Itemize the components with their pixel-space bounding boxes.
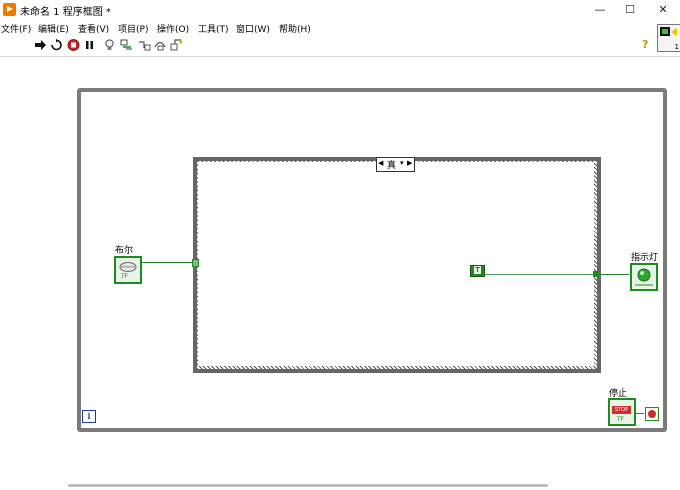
step-over-icon[interactable] — [154, 39, 167, 51]
menu-tools[interactable]: 工具(T) — [198, 22, 229, 35]
close-button[interactable]: ✕ — [648, 0, 678, 20]
selector-tunnel[interactable] — [192, 259, 199, 267]
true-constant[interactable]: T — [470, 265, 485, 277]
abort-icon[interactable] — [67, 39, 80, 51]
loop-condition-terminal[interactable] — [645, 407, 659, 421]
stop-button-terminal[interactable]: STOP TF — [608, 398, 636, 426]
connector-pane-icon[interactable]: 1 — [657, 24, 680, 52]
toolbar-divider — [0, 56, 680, 57]
menu-view[interactable]: 查看(V) — [78, 22, 109, 35]
menu-file[interactable]: 文件(F) — [1, 22, 31, 35]
menu-operate[interactable]: 操作(O) — [157, 22, 189, 35]
step-into-icon[interactable] — [138, 39, 151, 51]
menu-edit[interactable]: 编辑(E) — [38, 22, 69, 35]
indicator-wire[interactable] — [599, 274, 629, 275]
stop-button-face: STOP — [612, 406, 631, 414]
bool-wire[interactable] — [140, 262, 193, 263]
pause-icon[interactable] — [83, 39, 96, 51]
run-arrow-icon[interactable] — [34, 39, 47, 51]
bool-control-terminal[interactable]: TF — [114, 256, 142, 284]
minimize-button[interactable]: — — [585, 0, 615, 20]
case-structure-diagram — [198, 162, 594, 366]
maximize-button[interactable]: ☐ — [615, 0, 645, 20]
context-help-icon[interactable]: ? — [642, 38, 648, 51]
indicator-label: 指示灯 — [631, 253, 659, 263]
highlight-execution-icon[interactable] — [103, 39, 116, 51]
true-constant-label: T — [474, 266, 481, 274]
menu-bar: 文件(F) 编辑(E) 查看(V) 项目(P) 操作(O) 工具(T) 窗口(W… — [0, 20, 650, 35]
stop-wire[interactable] — [634, 413, 644, 414]
horizontal-scrollbar[interactable] — [68, 484, 548, 487]
step-out-icon[interactable] — [170, 39, 183, 51]
increment-arrow-icon[interactable]: ▶ — [407, 159, 412, 167]
menu-window[interactable]: 窗口(W) — [236, 22, 270, 35]
tf-label: TF — [121, 273, 129, 280]
case-selector-value: 真 — [387, 161, 397, 171]
stop-tf-label: TF — [617, 416, 625, 423]
dropdown-arrow-icon[interactable]: ▾ — [400, 159, 404, 167]
menu-project[interactable]: 项目(P) — [118, 22, 148, 35]
led-icon — [635, 268, 653, 286]
menu-help[interactable]: 帮助(H) — [279, 22, 311, 35]
window-title: 未命名 1 程序框图 * — [20, 7, 111, 18]
case-selector[interactable]: ◀ 真 ▾ ▶ — [376, 157, 415, 172]
stop-condition-icon — [648, 410, 656, 418]
retain-wire-values-icon[interactable] — [120, 39, 133, 51]
connector-pane-label: 1 — [674, 43, 679, 51]
title-bar: 未命名 1 程序框图 * — ☐ ✕ — [0, 0, 680, 20]
labview-icon — [3, 3, 16, 16]
decrement-arrow-icon[interactable]: ◀ — [378, 159, 383, 167]
toolbar: ? — [0, 35, 656, 55]
iteration-terminal[interactable]: i — [82, 410, 96, 423]
bool-control-label: 布尔 — [115, 246, 134, 256]
run-continuously-icon[interactable] — [50, 39, 63, 51]
indicator-terminal[interactable] — [630, 263, 658, 291]
constant-wire[interactable] — [484, 274, 594, 275]
